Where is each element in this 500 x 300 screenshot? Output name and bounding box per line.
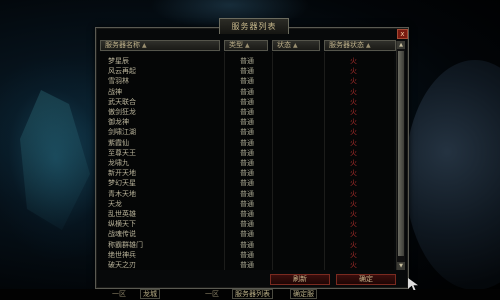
scroll-down-arrow-icon[interactable]: ▼ — [397, 262, 405, 270]
header-server-name-label: 服务器名称 — [105, 41, 140, 49]
bottom-item-region: 一区 — [112, 290, 126, 298]
sort-arrow-icon: ▲ — [142, 42, 147, 49]
bottom-item-confirm[interactable]: 确定服 — [290, 289, 317, 299]
game-screen: 服务器列表 x 服务器名称 ▲ 类型 ▲ 状态 ▲ 服务器状态 ▲ 梦星辰 普通火风云再起… — [0, 0, 500, 300]
bottom-item-server[interactable]: 龙城 — [140, 289, 160, 299]
window-title: 服务器列表 — [219, 18, 289, 34]
server-list: 梦星辰 普通火风云再起 普通火雪羽林 普通火战神 普通火武天联合 普通火傲剑狂龙 普通火御龙… — [100, 52, 394, 270]
bottom-item-zone: 一区 — [205, 290, 219, 298]
header-status-label: 状态 — [277, 41, 291, 49]
server-status: 火 — [350, 261, 357, 269]
header-type[interactable]: 类型 ▲ — [224, 40, 268, 51]
bottom-item-server-label: 龙城 — [140, 289, 160, 299]
column-divider — [324, 52, 325, 270]
column-divider — [224, 52, 225, 270]
header-type-label: 类型 — [229, 41, 243, 49]
header-server-status[interactable]: 服务器状态 ▲ — [324, 40, 396, 51]
server-type: 普通 — [240, 261, 254, 269]
confirm-button[interactable]: 确定 — [336, 274, 396, 285]
list-header: 服务器名称 ▲ 类型 ▲ 状态 ▲ 服务器状态 ▲ — [100, 40, 396, 51]
sort-arrow-icon: ▲ — [366, 42, 371, 49]
refresh-button[interactable]: 刷新 — [270, 274, 330, 285]
list-scrollbar[interactable]: ▲ ▼ — [396, 41, 405, 270]
header-status[interactable]: 状态 ▲ — [272, 40, 320, 51]
header-server-status-label: 服务器状态 — [329, 41, 364, 49]
close-button[interactable]: x — [397, 29, 408, 39]
bottom-item-serverlist-label: 服务器列表 — [232, 289, 273, 299]
sort-arrow-icon: ▲ — [293, 42, 298, 49]
scroll-thumb[interactable] — [398, 51, 404, 256]
server-name: 破天之刃 — [108, 261, 136, 269]
table-row[interactable]: 破天之刃 普通 火 — [100, 260, 394, 271]
column-divider — [272, 52, 273, 270]
background-planet — [405, 60, 500, 290]
scroll-up-arrow-icon[interactable]: ▲ — [397, 41, 405, 49]
bottom-item-confirm-label: 确定服 — [290, 289, 317, 299]
header-server-name[interactable]: 服务器名称 ▲ — [100, 40, 220, 51]
sort-arrow-icon: ▲ — [245, 42, 250, 49]
bottom-item-serverlist[interactable]: 服务器列表 — [232, 289, 273, 299]
